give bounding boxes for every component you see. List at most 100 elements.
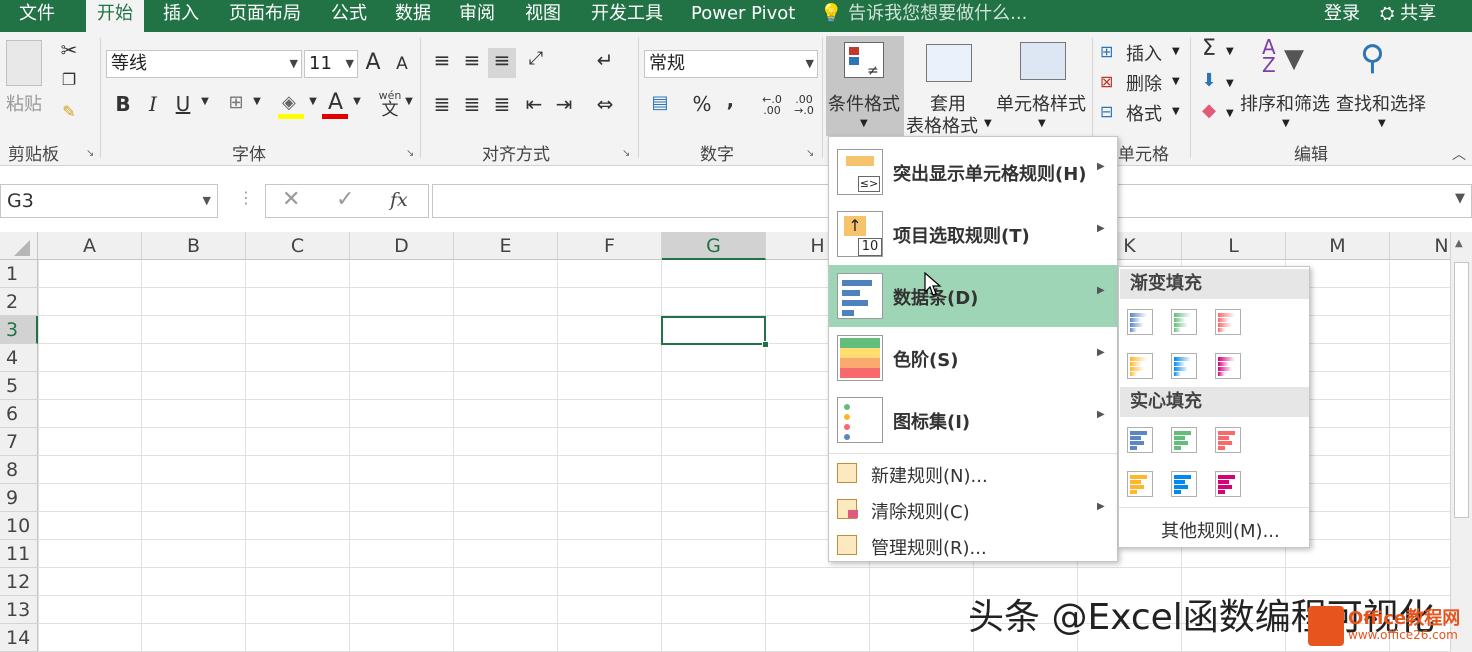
copy-icon[interactable]: ❐ bbox=[56, 70, 82, 89]
column-header-a[interactable]: A bbox=[38, 232, 142, 260]
delete-cells-button[interactable]: 删除 bbox=[1126, 70, 1162, 96]
dialog-launcher-icon[interactable]: ↘ bbox=[86, 148, 94, 159]
solid-data-bar-option-2[interactable] bbox=[1171, 427, 1197, 453]
enter-icon[interactable]: ✓ bbox=[336, 187, 354, 212]
align-top-icon[interactable]: ≡ bbox=[430, 48, 454, 72]
gradient-data-bar-option-2[interactable] bbox=[1171, 309, 1197, 335]
row-header-13[interactable]: 13 bbox=[0, 596, 38, 624]
column-header-d[interactable]: D bbox=[350, 232, 454, 260]
row-header-4[interactable]: 4 bbox=[0, 344, 38, 372]
column-header-g[interactable]: G bbox=[662, 232, 766, 260]
insert-cells-button[interactable]: 插入 bbox=[1126, 40, 1162, 66]
row-header-1[interactable]: 1 bbox=[0, 260, 38, 288]
solid-data-bar-option-1[interactable] bbox=[1127, 427, 1153, 453]
dialog-launcher-icon[interactable]: ↘ bbox=[806, 148, 814, 159]
chevron-down-icon[interactable]: ▼ bbox=[1282, 118, 1290, 129]
gradient-data-bar-option-6[interactable] bbox=[1215, 353, 1241, 379]
column-header-c[interactable]: C bbox=[246, 232, 350, 260]
drag-handle-icon[interactable]: ⋮ bbox=[238, 188, 254, 207]
chevron-down-icon[interactable]: ▼ bbox=[984, 118, 992, 129]
chevron-down-icon[interactable]: ▼ bbox=[308, 96, 318, 107]
gradient-data-bar-option-3[interactable] bbox=[1215, 309, 1241, 335]
menu-icon-sets[interactable]: 图标集(I) ▶ bbox=[829, 389, 1117, 451]
paste-button[interactable]: 粘贴 bbox=[6, 90, 42, 116]
decrease-indent-icon[interactable]: ⇤ bbox=[522, 92, 546, 116]
solid-data-bar-option-3[interactable] bbox=[1215, 427, 1241, 453]
insert-cells-icon[interactable]: ⊞ bbox=[1100, 42, 1113, 61]
format-as-table-label-2[interactable]: 表格格式 bbox=[906, 112, 978, 138]
tab-home[interactable]: 开始 bbox=[86, 0, 144, 32]
cut-icon[interactable]: ✂ bbox=[56, 38, 82, 62]
format-cells-icon[interactable]: ⊟ bbox=[1100, 102, 1113, 121]
fill-color-button[interactable]: ◈ bbox=[278, 92, 306, 119]
sort-filter-button[interactable]: 排序和筛选 bbox=[1240, 90, 1330, 116]
menu-manage-rules[interactable]: 管理规则(R)... bbox=[829, 527, 1117, 563]
increase-indent-icon[interactable]: ⇥ bbox=[552, 92, 576, 116]
select-all-button[interactable] bbox=[0, 232, 38, 260]
scroll-thumb[interactable] bbox=[1454, 262, 1469, 518]
tab-formulas[interactable]: 公式 bbox=[320, 0, 378, 32]
conditional-formatting-button[interactable]: ≠ 条件格式 ▼ bbox=[826, 36, 904, 136]
autosum-button[interactable]: Σ bbox=[1198, 36, 1220, 61]
row-header-9[interactable]: 9 bbox=[0, 484, 38, 512]
chevron-down-icon[interactable]: ▼ bbox=[1455, 191, 1465, 206]
underline-button[interactable]: U bbox=[172, 92, 194, 116]
shrink-font-button[interactable]: A bbox=[392, 54, 412, 74]
chevron-down-icon[interactable]: ▼ bbox=[1226, 78, 1234, 89]
font-color-button[interactable]: A bbox=[322, 90, 350, 120]
chevron-down-icon[interactable]: ▼ bbox=[1172, 46, 1180, 57]
insert-function-button[interactable]: fx bbox=[390, 189, 408, 211]
number-format-select[interactable]: 常规 ▼ bbox=[644, 50, 818, 78]
row-header-5[interactable]: 5 bbox=[0, 372, 38, 400]
scroll-up-icon[interactable]: ▲ bbox=[1455, 238, 1463, 249]
menu-highlight-cells-rules[interactable]: ≤> 突出显示单元格规则(H) ▶ bbox=[829, 141, 1117, 203]
row-header-8[interactable]: 8 bbox=[0, 456, 38, 484]
align-right-icon[interactable]: ≣ bbox=[490, 92, 514, 116]
paste-icon[interactable] bbox=[6, 40, 42, 86]
collapse-ribbon-icon[interactable]: ︿ bbox=[1452, 144, 1466, 164]
column-header-b[interactable]: B bbox=[142, 232, 246, 260]
gradient-data-bar-option-5[interactable] bbox=[1171, 353, 1197, 379]
column-header-n[interactable]: N bbox=[1390, 232, 1450, 260]
percent-button[interactable]: % bbox=[690, 92, 714, 116]
active-cell-g3[interactable] bbox=[661, 316, 766, 345]
column-header-f[interactable]: F bbox=[558, 232, 662, 260]
row-header-12[interactable]: 12 bbox=[0, 568, 38, 596]
cell-styles-button[interactable]: 单元格样式 bbox=[996, 90, 1086, 116]
row-header-10[interactable]: 10 bbox=[0, 512, 38, 540]
chevron-down-icon[interactable]: ▼ bbox=[352, 96, 362, 107]
menu-new-rule[interactable]: 新建规则(N)... bbox=[829, 455, 1117, 491]
chevron-down-icon[interactable]: ▼ bbox=[1226, 46, 1234, 57]
menu-clear-rules[interactable]: 清除规则(C) ▶ bbox=[829, 491, 1117, 527]
align-bottom-icon[interactable]: ≡ bbox=[488, 48, 516, 78]
align-center-icon[interactable]: ≣ bbox=[460, 92, 484, 116]
cancel-icon[interactable]: ✕ bbox=[282, 187, 300, 212]
menu-data-bars[interactable]: 数据条(D) ▶ bbox=[829, 265, 1117, 327]
format-painter-icon[interactable]: ✎ bbox=[56, 102, 82, 121]
tab-view[interactable]: 视图 bbox=[514, 0, 572, 32]
column-header-l[interactable]: L bbox=[1182, 232, 1286, 260]
chevron-down-icon[interactable]: ▼ bbox=[1038, 118, 1046, 129]
chevron-down-icon[interactable]: ▼ bbox=[1226, 108, 1234, 119]
row-header-2[interactable]: 2 bbox=[0, 288, 38, 316]
menu-color-scales[interactable]: 色阶(S) ▶ bbox=[829, 327, 1117, 389]
format-cells-button[interactable]: 格式 bbox=[1126, 100, 1162, 126]
accounting-format-icon[interactable]: ▤ bbox=[646, 92, 674, 113]
decrease-decimal-button[interactable]: .00 →.0 bbox=[790, 94, 818, 116]
tab-review[interactable]: 审阅 bbox=[448, 0, 506, 32]
solid-data-bar-option-5[interactable] bbox=[1171, 471, 1197, 497]
chevron-down-icon[interactable]: ▼ bbox=[1378, 118, 1386, 129]
increase-decimal-button[interactable]: ←.0 .00 bbox=[758, 94, 786, 116]
sort-filter-icon[interactable]: AZ bbox=[1262, 37, 1276, 75]
row-header-3[interactable]: 3 bbox=[0, 316, 38, 344]
row-header-7[interactable]: 7 bbox=[0, 428, 38, 456]
tab-insert[interactable]: 插入 bbox=[152, 0, 210, 32]
name-box[interactable]: G3 ▼ bbox=[0, 184, 218, 218]
gradient-data-bar-option-1[interactable] bbox=[1127, 309, 1153, 335]
vertical-scrollbar[interactable]: ▲ bbox=[1450, 232, 1472, 652]
chevron-down-icon[interactable]: ▼ bbox=[252, 96, 262, 107]
align-left-icon[interactable]: ≣ bbox=[430, 92, 454, 116]
font-size-select[interactable]: 11 ▼ bbox=[304, 50, 358, 78]
delete-cells-icon[interactable]: ⊠ bbox=[1100, 72, 1113, 91]
column-header-e[interactable]: E bbox=[454, 232, 558, 260]
